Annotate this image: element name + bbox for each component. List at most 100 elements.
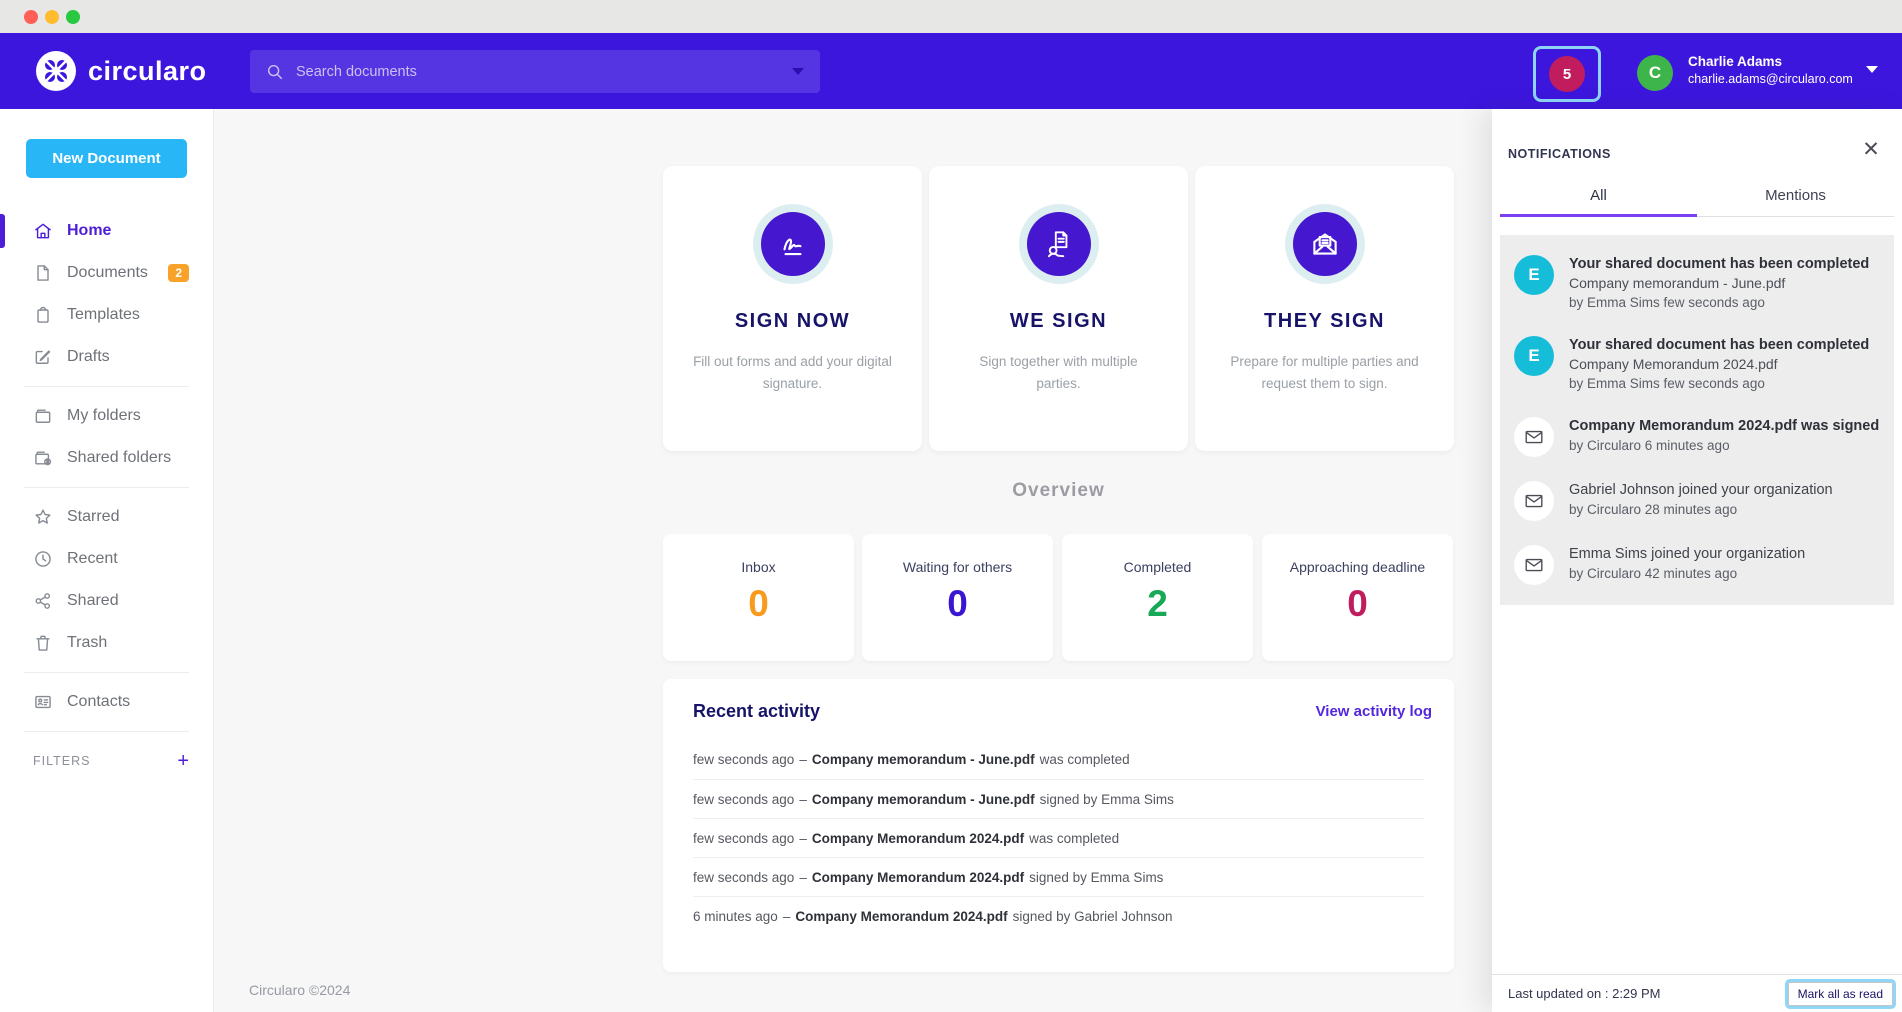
- sidebar-item-label: Starred: [67, 508, 119, 526]
- notifications-button[interactable]: 5: [1533, 46, 1601, 102]
- sidebar-divider: [24, 487, 189, 488]
- stat-waiting-for-others[interactable]: Waiting for others 0: [862, 534, 1053, 661]
- activity-time: few seconds ago: [693, 752, 794, 767]
- activity-list: few seconds ago – Company memorandum - J…: [693, 740, 1424, 935]
- minimize-window-icon[interactable]: [45, 10, 59, 24]
- brand-name: circularo: [88, 56, 207, 87]
- card-description: Fill out forms and add your digital sign…: [691, 351, 894, 394]
- we-sign-card[interactable]: WE SIGN Sign together with multiple part…: [929, 166, 1188, 451]
- stat-label: Approaching deadline: [1262, 559, 1453, 575]
- activity-action: signed by Emma Sims: [1040, 792, 1174, 807]
- notification-meta: by Emma Sims few seconds ago: [1569, 293, 1869, 312]
- sidebar-divider: [24, 672, 189, 673]
- zoom-window-icon[interactable]: [66, 10, 80, 24]
- tab-all[interactable]: All: [1500, 181, 1697, 217]
- notification-subtitle: Company Memorandum 2024.pdf: [1569, 355, 1869, 374]
- sidebar-item-label: Home: [67, 222, 111, 240]
- notification-item[interactable]: E Your shared document has been complete…: [1500, 243, 1894, 324]
- activity-separator: –: [799, 831, 807, 846]
- activity-time: few seconds ago: [693, 870, 794, 885]
- tab-mentions[interactable]: Mentions: [1697, 181, 1894, 217]
- icon-ring: [1019, 204, 1099, 284]
- notification-count-badge[interactable]: 5: [1549, 56, 1585, 92]
- notification-title: Gabriel Johnson joined your organization: [1569, 481, 1833, 500]
- notifications-tabs: All Mentions: [1500, 181, 1894, 217]
- close-window-icon[interactable]: [24, 10, 38, 24]
- signature-icon: [761, 212, 825, 276]
- activity-file: Company memorandum - June.pdf: [812, 792, 1035, 807]
- activity-time: 6 minutes ago: [693, 909, 778, 924]
- notifications-panel: NOTIFICATIONS ✕ All Mentions E Your shar…: [1492, 109, 1902, 1012]
- shared-folder-icon: [33, 448, 53, 468]
- add-filter-button[interactable]: +: [177, 751, 189, 771]
- sidebar-item-documents[interactable]: Documents 2: [0, 252, 213, 294]
- mark-all-read-button[interactable]: Mark all as read: [1788, 982, 1893, 1006]
- search-icon: [266, 63, 284, 81]
- clock-icon: [33, 549, 53, 569]
- close-icon[interactable]: ✕: [1860, 139, 1882, 161]
- user-menu[interactable]: Charlie Adams charlie.adams@circularo.co…: [1688, 53, 1853, 87]
- sender-avatar: E: [1514, 255, 1554, 295]
- activity-action: signed by Gabriel Johnson: [1013, 909, 1173, 924]
- envelope-letter-icon: [1293, 212, 1357, 276]
- stat-completed[interactable]: Completed 2: [1062, 534, 1253, 661]
- sidebar-nav: Home Documents 2 Templates: [0, 210, 213, 782]
- they-sign-card[interactable]: THEY SIGN Prepare for multiple parties a…: [1195, 166, 1454, 451]
- search-input[interactable]: [296, 64, 792, 80]
- notification-item[interactable]: Gabriel Johnson joined your organization…: [1500, 469, 1894, 533]
- user-menu-caret-icon[interactable]: [1866, 66, 1878, 73]
- search-filter-caret-icon[interactable]: [792, 68, 804, 75]
- stat-value: 0: [862, 583, 1053, 625]
- sidebar-item-my-folders[interactable]: My folders: [0, 395, 213, 437]
- sidebar-item-shared-folders[interactable]: Shared folders: [0, 437, 213, 479]
- user-avatar[interactable]: C: [1637, 55, 1673, 91]
- document-icon: [33, 263, 53, 283]
- sidebar-item-trash[interactable]: Trash: [0, 622, 213, 664]
- sidebar-item-starred[interactable]: Starred: [0, 496, 213, 538]
- sidebar-item-label: Recent: [67, 550, 118, 568]
- activity-action: was completed: [1029, 831, 1119, 846]
- template-icon: [33, 305, 53, 325]
- activity-separator: –: [799, 752, 807, 767]
- notification-item[interactable]: Company Memorandum 2024.pdf was signed b…: [1500, 405, 1894, 469]
- notification-item[interactable]: E Your shared document has been complete…: [1500, 324, 1894, 405]
- icon-ring: [1285, 204, 1365, 284]
- sidebar-item-home[interactable]: Home: [0, 210, 213, 252]
- stat-inbox[interactable]: Inbox 0: [663, 534, 854, 661]
- sidebar-item-recent[interactable]: Recent: [0, 538, 213, 580]
- notifications-title: NOTIFICATIONS: [1508, 147, 1611, 161]
- activity-row[interactable]: few seconds ago – Company memorandum - J…: [693, 740, 1424, 779]
- sidebar-item-templates[interactable]: Templates: [0, 294, 213, 336]
- circularo-logo-icon: [36, 51, 76, 91]
- last-updated-text: Last updated on : 2:29 PM: [1508, 986, 1661, 1001]
- activity-row[interactable]: few seconds ago – Company memorandum - J…: [693, 779, 1424, 818]
- activity-file: Company Memorandum 2024.pdf: [812, 831, 1024, 846]
- sign-now-card[interactable]: SIGN NOW Fill out forms and add your dig…: [663, 166, 922, 451]
- activity-row[interactable]: few seconds ago – Company Memorandum 202…: [693, 818, 1424, 857]
- view-activity-log-link[interactable]: View activity log: [1316, 703, 1432, 720]
- notification-title: Your shared document has been completed: [1569, 255, 1869, 274]
- stat-approaching-deadline[interactable]: Approaching deadline 0: [1262, 534, 1453, 661]
- notification-title: Emma Sims joined your organization: [1569, 545, 1805, 564]
- stat-label: Inbox: [663, 559, 854, 575]
- new-document-button[interactable]: New Document: [26, 139, 187, 178]
- home-icon: [33, 221, 53, 241]
- sidebar-item-shared[interactable]: Shared: [0, 580, 213, 622]
- sidebar-item-label: My folders: [67, 407, 141, 425]
- sidebar-item-contacts[interactable]: Contacts: [0, 681, 213, 723]
- sidebar-item-label: Trash: [67, 634, 107, 652]
- brand-logo[interactable]: circularo: [36, 51, 207, 91]
- stat-value: 0: [1262, 583, 1453, 625]
- activity-row[interactable]: few seconds ago – Company Memorandum 202…: [693, 857, 1424, 896]
- activity-file: Company memorandum - June.pdf: [812, 752, 1035, 767]
- activity-action: signed by Emma Sims: [1029, 870, 1163, 885]
- copyright-text: Circularo ©2024: [249, 982, 350, 998]
- activity-row[interactable]: 6 minutes ago – Company Memorandum 2024.…: [693, 896, 1424, 935]
- notification-subtitle: Company memorandum - June.pdf: [1569, 274, 1869, 293]
- share-icon: [33, 591, 53, 611]
- sidebar-item-drafts[interactable]: Drafts: [0, 336, 213, 378]
- notification-item[interactable]: Emma Sims joined your organization by Ci…: [1500, 533, 1894, 597]
- sidebar-item-label: Templates: [67, 306, 140, 324]
- activity-action: was completed: [1040, 752, 1130, 767]
- sidebar-item-label: Documents: [67, 264, 148, 282]
